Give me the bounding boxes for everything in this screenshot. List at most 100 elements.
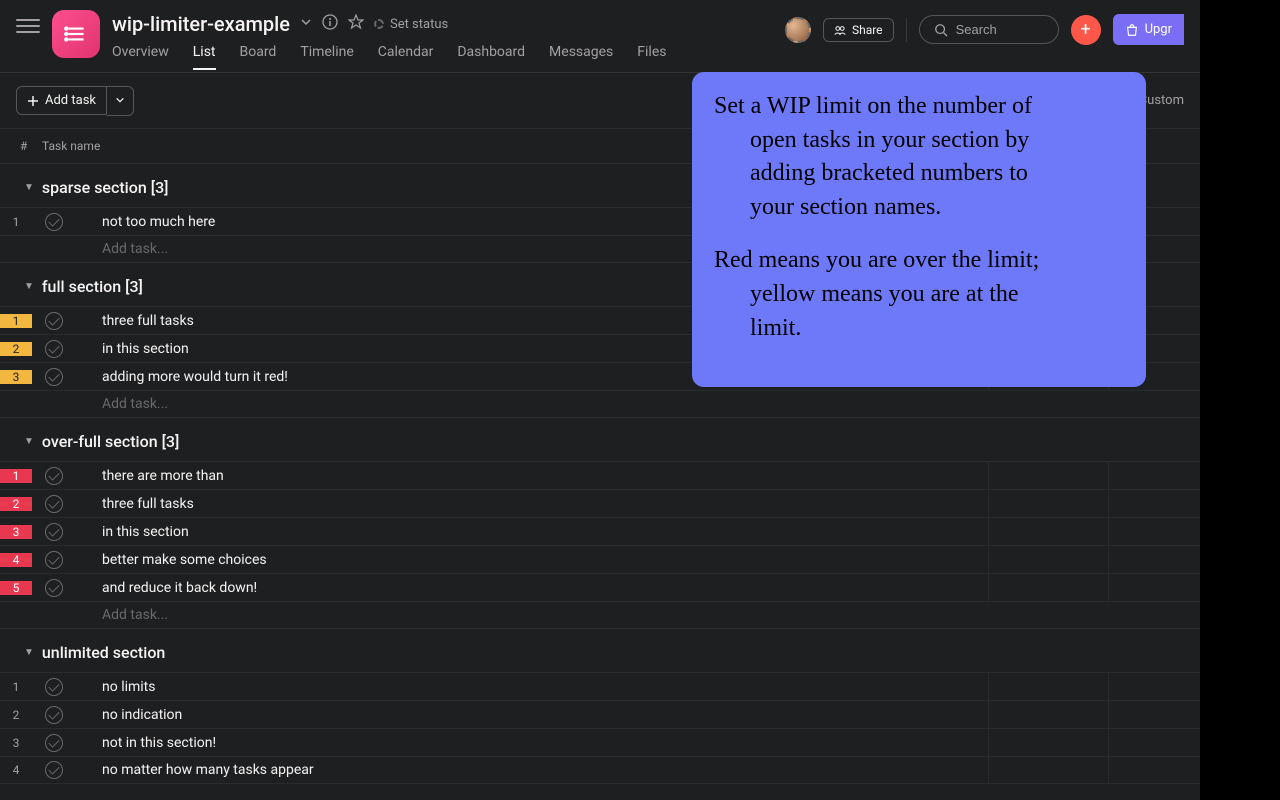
task-name[interactable]: better make some choices [76,552,988,568]
task-row[interactable]: 4 no matter how many tasks appear [0,756,1200,784]
tab-dashboard[interactable]: Dashboard [457,44,525,70]
section-caret-icon: ▼ [24,436,34,447]
star-icon[interactable] [348,14,364,34]
tab-calendar[interactable]: Calendar [378,44,434,70]
project-menu-caret[interactable] [300,16,312,32]
complete-checkbox[interactable] [32,761,76,779]
task-row[interactable]: 3not in this section! [0,728,1200,756]
task-name[interactable]: there are more than [76,468,988,484]
assignee-cell[interactable] [988,729,1108,756]
task-name[interactable]: no limits [76,679,988,695]
assignee-cell[interactable] [988,462,1108,489]
due-date-cell[interactable] [1108,729,1200,756]
assignee-cell[interactable] [988,673,1108,700]
upgrade-button[interactable]: Upgr [1113,14,1184,45]
add-task-button[interactable]: Add task [16,86,107,115]
section-name: full section [3] [42,277,143,296]
add-task-inline[interactable]: Add task... [0,390,1200,418]
row-number: 4 [0,763,32,777]
project-icon [52,10,100,58]
complete-checkbox[interactable] [32,312,76,330]
hamburger-menu[interactable] [16,14,40,38]
complete-checkbox[interactable] [32,368,76,386]
add-task-inline[interactable]: Add task... [0,601,1200,629]
section-name: unlimited section [42,643,165,662]
overlay-p2: Red means you are over the limit;yellow … [714,244,1124,345]
tab-list[interactable]: List [193,44,216,70]
assignee-cell[interactable] [988,490,1108,517]
people-icon [834,24,846,36]
row-number: 4 [0,553,32,567]
tab-files[interactable]: Files [637,44,666,70]
tab-overview[interactable]: Overview [112,44,169,70]
search-input[interactable] [956,22,1036,37]
set-status-button[interactable]: Set status [374,17,448,32]
complete-checkbox[interactable] [32,495,76,513]
task-name[interactable]: and reduce it back down! [76,580,988,596]
assignee-cell[interactable] [988,574,1108,601]
upgrade-label: Upgr [1145,22,1172,37]
search-icon [934,23,948,37]
complete-checkbox[interactable] [32,734,76,752]
due-date-cell[interactable] [1108,490,1200,517]
tab-board[interactable]: Board [240,44,277,70]
complete-checkbox[interactable] [32,467,76,485]
row-number: 1 [0,215,32,229]
global-add-button[interactable]: + [1071,15,1101,45]
complete-checkbox[interactable] [32,551,76,569]
share-button[interactable]: Share [823,18,894,42]
task-name[interactable]: not in this section! [76,735,988,751]
assignee-cell[interactable] [988,546,1108,573]
task-name[interactable]: in this section [76,524,988,540]
assignee-cell[interactable] [988,701,1108,728]
divider [906,18,907,42]
row-number: 1 [0,469,32,483]
project-title[interactable]: wip-limiter-example [112,12,290,36]
row-number: 1 [0,314,32,328]
due-date-cell[interactable] [1108,462,1200,489]
add-task-dropdown[interactable] [107,86,134,116]
task-row[interactable]: 5 and reduce it back down! [0,573,1200,601]
bag-icon [1125,23,1139,37]
column-number-header: # [0,139,32,153]
assignee-cell[interactable] [988,518,1108,545]
section-name: sparse section [3] [42,178,169,197]
due-date-cell[interactable] [1108,757,1200,783]
due-date-cell[interactable] [1108,518,1200,545]
row-number: 3 [0,525,32,539]
task-row[interactable]: 4 better make some choices [0,545,1200,573]
row-number: 2 [0,708,32,722]
task-name[interactable]: no matter how many tasks appear [76,762,988,778]
tab-messages[interactable]: Messages [549,44,613,70]
complete-checkbox[interactable] [32,579,76,597]
add-task-label: Add task [45,93,96,108]
tab-timeline[interactable]: Timeline [300,44,353,70]
task-row[interactable]: 3 in this section [0,517,1200,545]
due-date-cell[interactable] [1108,673,1200,700]
set-status-label: Set status [390,17,448,32]
info-icon[interactable] [322,14,338,34]
complete-checkbox[interactable] [32,213,76,231]
row-number: 5 [0,581,32,595]
task-row[interactable]: 1 there are more than [0,461,1200,489]
assignee-cell[interactable] [988,757,1108,783]
section-caret-icon: ▼ [24,647,34,658]
complete-checkbox[interactable] [32,340,76,358]
task-name[interactable]: no indication [76,707,988,723]
task-name[interactable]: three full tasks [76,496,988,512]
due-date-cell[interactable] [1108,701,1200,728]
task-row[interactable]: 1no limits [0,672,1200,700]
share-label: Share [852,23,883,37]
complete-checkbox[interactable] [32,678,76,696]
task-row[interactable]: 2 no indication [0,700,1200,728]
due-date-cell[interactable] [1108,574,1200,601]
task-row[interactable]: 2three full tasks [0,489,1200,517]
section-header[interactable]: ▼ unlimited section [0,629,1200,672]
avatar[interactable] [785,17,811,43]
overlay-p1: Set a WIP limit on the number ofopen tas… [714,90,1124,224]
search-box[interactable] [919,15,1059,44]
due-date-cell[interactable] [1108,546,1200,573]
section-header[interactable]: ▼over-full section [3] [0,418,1200,461]
complete-checkbox[interactable] [32,706,76,724]
complete-checkbox[interactable] [32,523,76,541]
